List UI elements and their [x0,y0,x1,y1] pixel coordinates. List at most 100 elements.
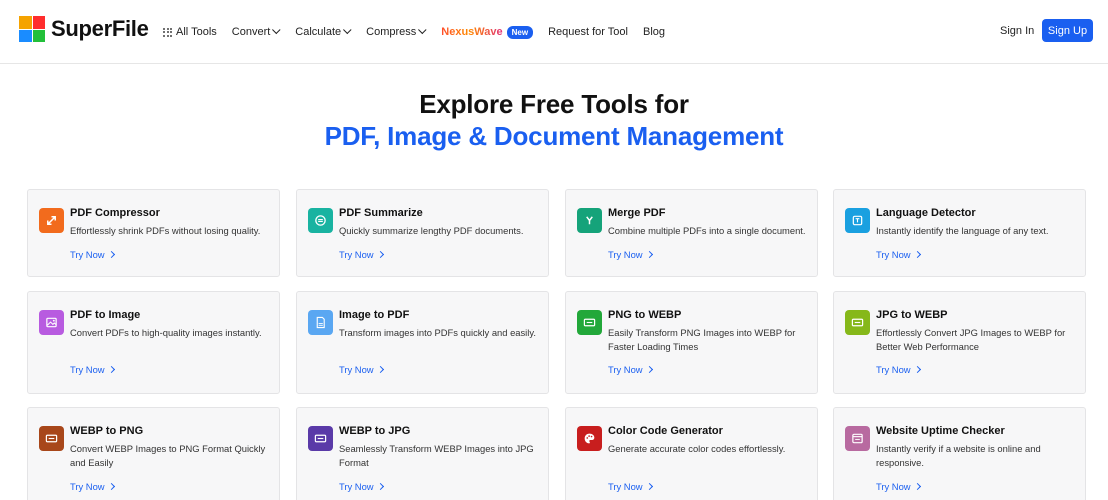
try-now-label: Try Now [608,481,643,492]
pdf-file-icon [308,310,333,335]
browser-icon [845,426,870,451]
nav-nexuswave-label: NexusWave [441,26,503,38]
language-icon [845,208,870,233]
try-now-label: Try Now [339,481,374,492]
nav-compress-label: Compress [366,26,417,38]
try-now-label: Try Now [70,481,105,492]
card-title: JPG to WEBP [876,309,948,321]
card-title: Website Uptime Checker [876,425,1005,437]
convert-icon [845,310,870,335]
hero-subtitle: PDF, Image & Document Management [324,121,784,151]
nav-convert-label: Convert [231,26,271,38]
chevron-down-icon [343,25,352,35]
card-description: Transform images into PDFs quickly and e… [339,327,536,338]
try-now-label: Try Now [608,364,643,375]
card-description: Instantly verify if a website is online … [876,443,1041,468]
card-title: Merge PDF [608,207,666,219]
nav-blog[interactable]: Blog [643,26,665,38]
grid-icon [163,27,172,37]
logo-mark-icon [19,16,45,42]
nav-request-tool[interactable]: Request for Tool [548,26,628,38]
try-now-link[interactable]: Try Now [339,364,384,375]
chevron-right-icon [913,365,921,374]
card-description: Convert WEBP Images to PNG Format Quickl… [70,443,266,468]
try-now-label: Try Now [70,249,105,260]
try-now-link[interactable]: Try Now [339,249,384,260]
card-description: Seamlessly Transform WEBP Images into JP… [339,443,534,468]
nav-calculate[interactable]: Calculate [295,25,352,38]
nav-blog-label: Blog [642,26,666,38]
try-now-link[interactable]: Try Now [70,249,115,260]
try-now-label: Try Now [339,249,374,260]
chevron-right-icon [376,482,384,491]
nav-all-tools-label: All Tools [176,26,217,38]
card-title: PDF Compressor [70,207,160,219]
chevron-right-icon [376,365,384,374]
card-title: Color Code Generator [608,425,723,437]
card-title: Language Detector [876,207,976,219]
try-now-link[interactable]: Try Now [608,364,653,375]
logo[interactable]: SuperFile [19,15,149,43]
chevron-right-icon [645,482,653,491]
tool-card-webp-to-png[interactable]: WEBP to PNG Convert WEBP Images to PNG F… [27,407,280,500]
logo-text: SuperFile [51,16,149,41]
chevron-right-icon [107,482,115,491]
tool-card-color-code-generator[interactable]: Color Code Generator Generate accurate c… [565,407,818,500]
nav-nexuswave[interactable]: NexusWave New [441,25,534,39]
new-badge: New [506,25,534,39]
card-title: WEBP to PNG [70,425,144,437]
tool-card-png-to-webp[interactable]: PNG to WEBP Easily Transform PNG Images … [565,291,818,394]
try-now-label: Try Now [608,249,643,260]
chevron-right-icon [913,250,921,259]
nav-all-tools[interactable]: All Tools [163,26,217,38]
card-title: PNG to WEBP [608,309,682,321]
tool-card-merge-pdf[interactable]: Merge PDF Combine multiple PDFs into a s… [565,189,818,277]
card-description: Generate accurate color codes effortless… [608,443,786,454]
main-nav: All Tools Convert Calculate Compress Nex… [163,22,680,42]
try-now-link[interactable]: Try Now [876,364,921,375]
palette-icon [577,426,602,451]
tool-card-image-to-pdf[interactable]: Image to PDF Transform images into PDFs … [296,291,549,394]
tool-card-website-uptime-checker[interactable]: Website Uptime Checker Instantly verify … [833,407,1086,500]
convert-icon [577,310,602,335]
card-description: Instantly identify the language of any t… [876,225,1049,236]
tool-card-jpg-to-webp[interactable]: JPG to WEBP Effortlessly Convert JPG Ima… [833,291,1086,394]
hero-title: Explore Free Tools for [419,89,689,119]
summarize-icon [308,208,333,233]
chevron-right-icon [107,365,115,374]
try-now-label: Try Now [876,249,911,260]
tool-card-pdf-compressor[interactable]: PDF Compressor Effortlessly shrink PDFs … [27,189,280,277]
try-now-label: Try Now [876,364,911,375]
card-title: Image to PDF [339,309,410,321]
try-now-link[interactable]: Try Now [339,481,384,492]
try-now-label: Try Now [876,481,911,492]
try-now-label: Try Now [339,364,374,375]
card-title: WEBP to JPG [339,425,411,437]
nav-convert[interactable]: Convert [231,25,281,38]
nav-compress[interactable]: Compress [366,25,427,38]
sign-up-button[interactable]: Sign Up [1042,19,1093,42]
tool-card-language-detector[interactable]: Language Detector Instantly identify the… [833,189,1086,277]
try-now-link[interactable]: Try Now [876,481,921,492]
card-description: Convert PDFs to high-quality images inst… [70,327,262,338]
try-now-link[interactable]: Try Now [70,364,115,375]
try-now-link[interactable]: Try Now [70,481,115,492]
tool-card-pdf-summarize[interactable]: PDF Summarize Quickly summarize lengthy … [296,189,549,277]
chevron-right-icon [376,250,384,259]
try-now-link[interactable]: Try Now [608,481,653,492]
sign-in-link[interactable]: Sign In [1000,25,1034,37]
tool-card-webp-to-jpg[interactable]: WEBP to JPG Seamlessly Transform WEBP Im… [296,407,549,500]
chevron-down-icon [418,25,427,35]
card-description: Combine multiple PDFs into a single docu… [608,225,806,236]
try-now-link[interactable]: Try Now [876,249,921,260]
card-description: Effortlessly shrink PDFs without losing … [70,225,261,236]
nav-calculate-label: Calculate [295,26,342,38]
try-now-link[interactable]: Try Now [608,249,653,260]
card-description: Effortlessly Convert JPG Images to WEBP … [876,327,1066,352]
chevron-right-icon [645,250,653,259]
chevron-down-icon [272,25,281,35]
tool-card-pdf-to-image[interactable]: PDF to Image Convert PDFs to high-qualit… [27,291,280,394]
convert-icon [39,426,64,451]
chevron-right-icon [107,250,115,259]
compress-icon [39,208,64,233]
